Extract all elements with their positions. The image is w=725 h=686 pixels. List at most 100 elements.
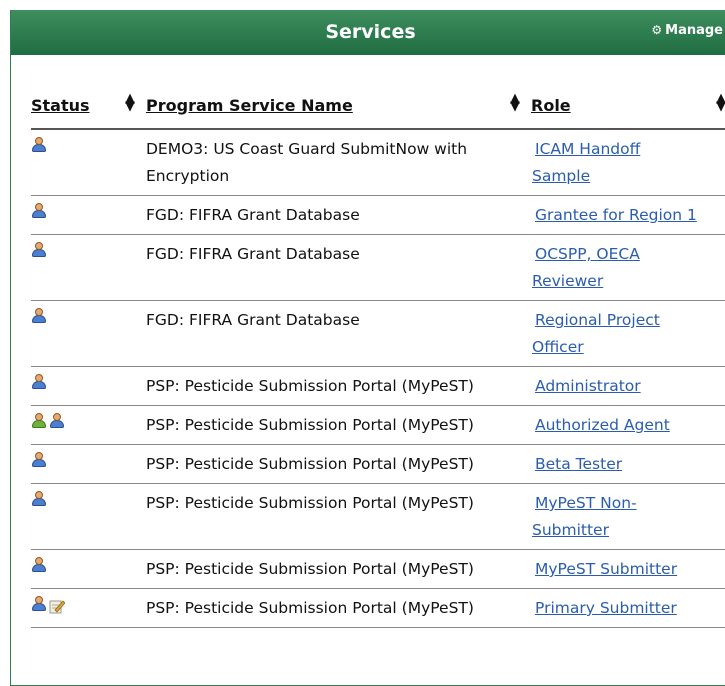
program-service-name-cell: PSP: Pesticide Submission Portal (MyPeST… (143, 549, 528, 589)
role-link-text[interactable]: MyPeST Submitter (535, 560, 677, 578)
role-link[interactable]: Authorized Agent (532, 416, 670, 434)
status-cell (31, 366, 143, 406)
role-link-text[interactable]: Officer (532, 338, 584, 356)
role-header-label[interactable]: Role (531, 96, 571, 115)
table-row: PSP: Pesticide Submission Portal (MyPeST… (31, 483, 725, 550)
service-name-text: FGD: FIFRA Grant Database (146, 245, 360, 263)
role-link[interactable]: Grantee for Region 1 (532, 206, 697, 224)
status-cell (31, 444, 143, 484)
service-name-text: PSP: Pesticide Submission Portal (MyPeST… (146, 377, 474, 395)
role-link-text[interactable]: Primary Submitter (535, 599, 677, 617)
role-link-text[interactable]: Sample (532, 167, 590, 185)
status-cell (31, 129, 143, 196)
status-cell (31, 300, 143, 367)
name-header-label[interactable]: Program Service Name (146, 96, 353, 115)
table-header-row: Status ▲ ▼ Program Service Name ▲ ▼ Role ▲… (31, 82, 725, 130)
sort-icon[interactable]: ▲ ▼ (716, 92, 725, 113)
role-cell: Authorized Agent (528, 405, 725, 445)
services-table: Status ▲ ▼ Program Service Name ▲ ▼ Role ▲… (31, 82, 725, 628)
table-row: PSP: Pesticide Submission Portal (MyPeST… (31, 549, 725, 589)
program-service-name-cell: FGD: FIFRA Grant Database (143, 300, 528, 367)
service-name-text: PSP: Pesticide Submission Portal (MyPeST… (146, 494, 474, 512)
user-icon (31, 557, 47, 573)
services-title: Services (325, 21, 416, 43)
table-row: FGD: FIFRA Grant Database Grantee for Reg… (31, 195, 725, 235)
table-row: FGD: FIFRA Grant Database OCSPP, OECA Revi… (31, 234, 725, 301)
program-service-name-cell: DEMO3: US Coast Guard SubmitNow with Encr… (143, 129, 528, 196)
service-name-text: DEMO3: US Coast Guard SubmitNow with (146, 140, 468, 158)
program-service-name-cell: PSP: Pesticide Submission Portal (MyPeST… (143, 405, 528, 445)
table-row: PSP: Pesticide Submission Portal (MyPeST… (31, 405, 725, 445)
manage-label: Manage (665, 23, 723, 38)
role-cell: Regional Project Officer (528, 300, 725, 367)
status-cell (31, 195, 143, 235)
table-row: PSP: Pesticide Submission Portal (MyPeST… (31, 366, 725, 406)
role-link[interactable]: MyPeST Non- Submitter (532, 494, 637, 539)
table-row: FGD: FIFRA Grant Database Regional Projec… (31, 300, 725, 367)
role-link-text[interactable]: Submitter (532, 521, 609, 539)
user-icon (31, 242, 47, 258)
service-name-text: PSP: Pesticide Submission Portal (MyPeST… (146, 416, 474, 434)
role-link-text[interactable]: MyPeST Non- (535, 494, 637, 512)
service-name-text: PSP: Pesticide Submission Portal (MyPeST… (146, 560, 474, 578)
role-link[interactable]: ICAM Handoff Sample (532, 140, 640, 185)
role-link[interactable]: Regional Project Officer (532, 311, 660, 356)
service-name-text: FGD: FIFRA Grant Database (146, 311, 360, 329)
status-cell (31, 588, 143, 628)
user-icon (49, 413, 65, 429)
services-panel: Services ⚙ Manage Status ▲ ▼ Program Servi… (10, 10, 725, 686)
services-header: Services ⚙ Manage (11, 10, 725, 55)
user-icon (31, 491, 47, 507)
service-name-text: PSP: Pesticide Submission Portal (MyPeST… (146, 455, 474, 473)
role-link-text[interactable]: ICAM Handoff (535, 140, 640, 158)
role-link[interactable]: OCSPP, OECA Reviewer (532, 245, 640, 290)
role-link[interactable]: MyPeST Submitter (532, 560, 677, 578)
status-header-label[interactable]: Status (31, 96, 90, 115)
table-body: DEMO3: US Coast Guard SubmitNow with Encr… (31, 129, 725, 628)
user-icon (31, 203, 47, 219)
program-service-name-cell: PSP: Pesticide Submission Portal (MyPeST… (143, 444, 528, 484)
status-cell (31, 549, 143, 589)
status-cell (31, 234, 143, 301)
user-icon (31, 596, 47, 612)
role-link-text[interactable]: Regional Project (535, 311, 660, 329)
role-cell: Grantee for Region 1 (528, 195, 725, 235)
role-cell: ICAM Handoff Sample (528, 129, 725, 196)
role-link[interactable]: Primary Submitter (532, 599, 677, 617)
name-column-header[interactable]: Program Service Name ▲ ▼ (143, 82, 528, 130)
role-link[interactable]: Administrator (532, 377, 641, 395)
sort-icon[interactable]: ▲ ▼ (510, 92, 520, 113)
program-service-name-cell: FGD: FIFRA Grant Database (143, 234, 528, 301)
program-service-name-cell: PSP: Pesticide Submission Portal (MyPeST… (143, 366, 528, 406)
green-user-icon (31, 413, 47, 429)
role-cell: Administrator (528, 366, 725, 406)
role-cell: MyPeST Submitter (528, 549, 725, 589)
program-service-name-cell: FGD: FIFRA Grant Database (143, 195, 528, 235)
role-link-text[interactable]: Authorized Agent (535, 416, 670, 434)
table-row: DEMO3: US Coast Guard SubmitNow with Encr… (31, 129, 725, 196)
manage-button[interactable]: ⚙ Manage (651, 23, 723, 38)
service-name-text: FGD: FIFRA Grant Database (146, 206, 360, 224)
role-link-text[interactable]: Administrator (535, 377, 641, 395)
user-icon (31, 137, 47, 153)
program-service-name-cell: PSP: Pesticide Submission Portal (MyPeST… (143, 483, 528, 550)
sort-icon[interactable]: ▲ ▼ (125, 92, 135, 113)
user-icon (31, 374, 47, 390)
role-link-text[interactable]: OCSPP, OECA (535, 245, 640, 263)
status-column-header[interactable]: Status ▲ ▼ (31, 82, 143, 130)
role-link-text[interactable]: Beta Tester (535, 455, 622, 473)
role-column-header[interactable]: Role ▲ ▼ (528, 82, 725, 130)
service-name-text: Encryption (146, 167, 230, 185)
program-service-name-cell: PSP: Pesticide Submission Portal (MyPeST… (143, 588, 528, 628)
gears-icon: ⚙ (651, 23, 663, 37)
role-cell: Primary Submitter (528, 588, 725, 628)
user-icon (31, 452, 47, 468)
role-link-text[interactable]: Reviewer (532, 272, 603, 290)
role-link[interactable]: Beta Tester (532, 455, 622, 473)
role-cell: MyPeST Non- Submitter (528, 483, 725, 550)
table-row: PSP: Pesticide Submission Portal (MyPeST… (31, 444, 725, 484)
role-link-text[interactable]: Grantee for Region 1 (535, 206, 697, 224)
service-name-text: PSP: Pesticide Submission Portal (MyPeST… (146, 599, 474, 617)
edit-icon (49, 596, 66, 614)
user-icon (31, 308, 47, 324)
